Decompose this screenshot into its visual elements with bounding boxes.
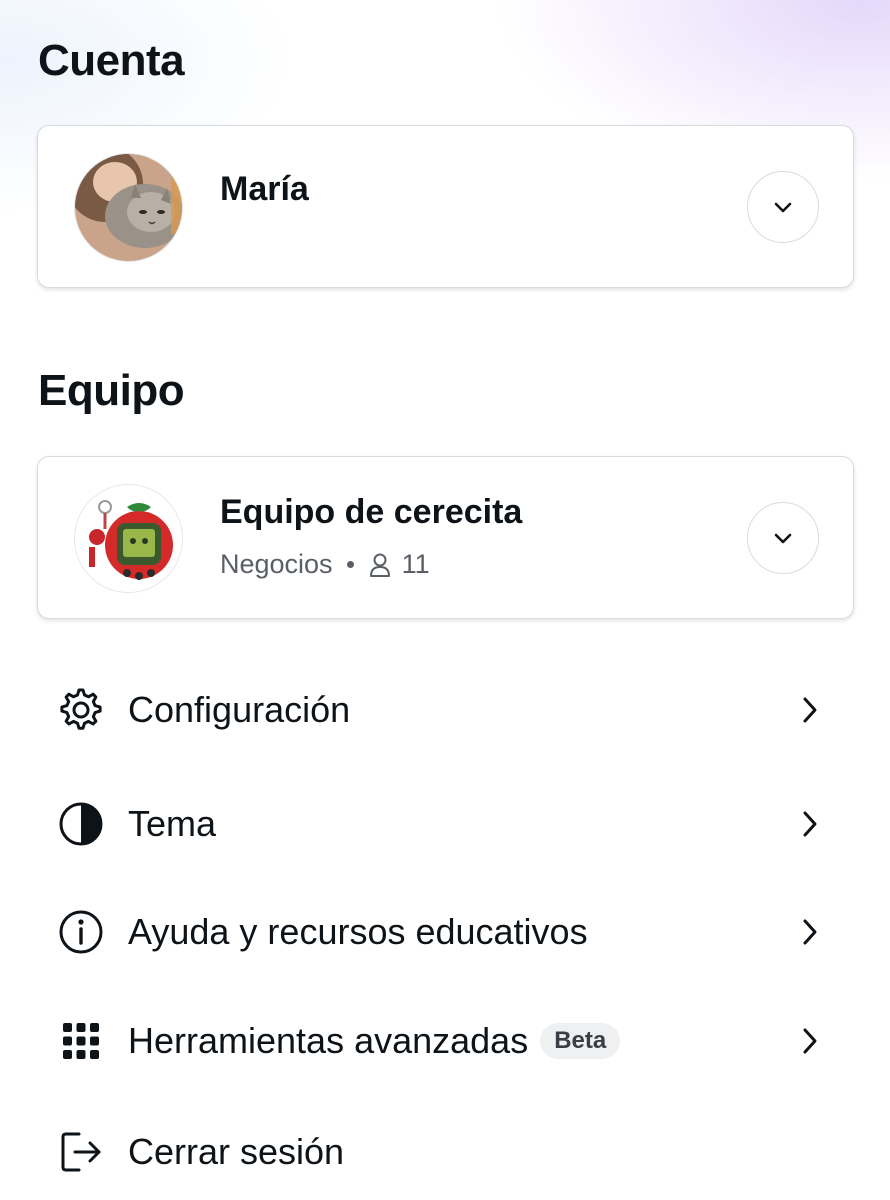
- menu-item-theme[interactable]: Tema: [0, 779, 890, 869]
- team-expand-button[interactable]: [747, 502, 819, 574]
- team-avatar-image: [75, 485, 182, 592]
- menu-item-logout[interactable]: Cerrar sesión: [0, 1107, 890, 1197]
- team-avatar: [74, 484, 183, 593]
- beta-badge: Beta: [540, 1023, 621, 1059]
- user-avatar-image: [75, 154, 182, 261]
- menu-item-help[interactable]: Ayuda y recursos educativos: [0, 887, 890, 977]
- menu-item-label: Cerrar sesión: [128, 1131, 345, 1172]
- chevron-down-icon: [774, 202, 792, 213]
- user-name: María: [220, 170, 309, 208]
- separator-dot: [346, 561, 354, 568]
- chevron-right-icon: [796, 914, 824, 950]
- person-icon: [369, 553, 390, 577]
- chevron-right-icon: [796, 806, 824, 842]
- account-section-title: Cuenta: [38, 36, 185, 85]
- logout-icon: [56, 1127, 106, 1177]
- chevron-right-icon: [796, 1023, 824, 1059]
- team-details: Negocios 11: [220, 549, 430, 580]
- theme-contrast-icon: [56, 799, 106, 849]
- chevron-right-icon: [796, 692, 824, 728]
- menu-item-label-group: Herramientas avanzadas Beta: [128, 1020, 621, 1062]
- info-icon: [56, 907, 106, 957]
- menu-item-label: Herramientas avanzadas: [128, 1020, 529, 1061]
- menu-item-label: Tema: [128, 803, 217, 844]
- menu-item-label: Ayuda y recursos educativos: [128, 911, 588, 952]
- chevron-down-icon: [774, 533, 792, 544]
- menu-item-settings[interactable]: Configuración: [0, 665, 890, 755]
- team-member-count: 11: [401, 549, 430, 579]
- team-plan: Negocios: [220, 549, 333, 579]
- menu-item-label: Configuración: [128, 689, 351, 730]
- menu-item-advanced-tools[interactable]: Herramientas avanzadas Beta: [0, 996, 890, 1086]
- user-avatar: [74, 153, 183, 262]
- grid-apps-icon: [56, 1016, 106, 1066]
- gear-icon: [56, 685, 106, 735]
- account-card[interactable]: María: [37, 125, 854, 288]
- team-name: Equipo de cerecita: [220, 493, 523, 531]
- account-expand-button[interactable]: [747, 171, 819, 243]
- team-card[interactable]: Equipo de cerecita Negocios 11: [37, 456, 854, 619]
- team-section-title: Equipo: [38, 366, 185, 415]
